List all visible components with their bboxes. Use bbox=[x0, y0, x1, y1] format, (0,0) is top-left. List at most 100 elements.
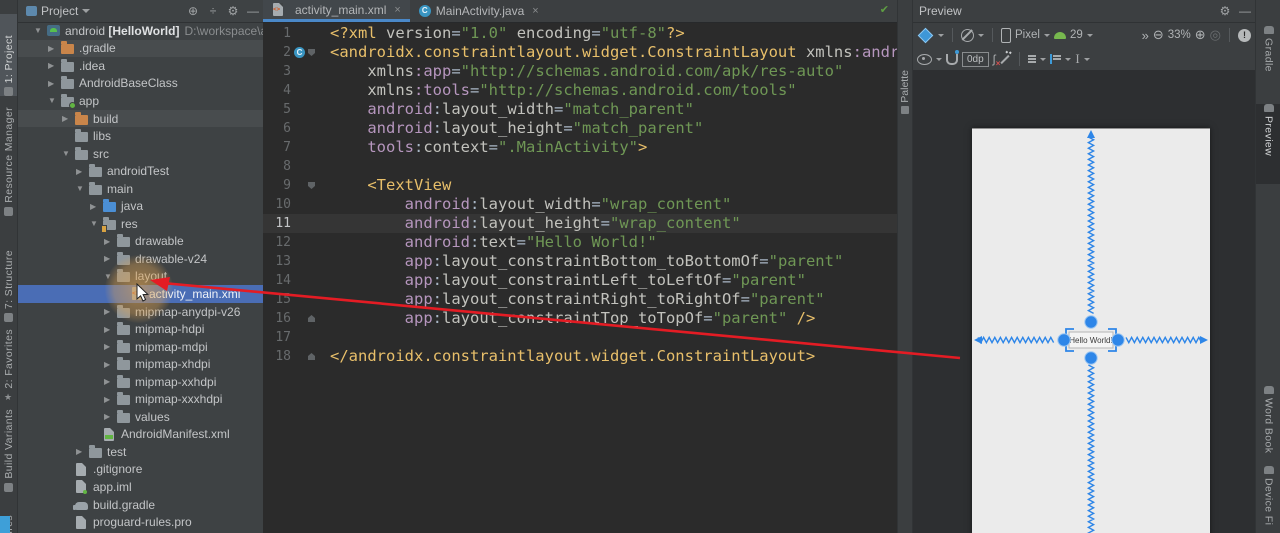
align-icon[interactable] bbox=[1050, 54, 1062, 64]
guidelines-icon[interactable]: I bbox=[1075, 51, 1079, 67]
tree-toggle-icon[interactable]: ▶ bbox=[104, 412, 117, 421]
tree-row-androidbaseclass[interactable]: ▶ AndroidBaseClass bbox=[18, 75, 263, 93]
code-line-10[interactable]: 10 android:layout_width="wrap_content" bbox=[263, 195, 897, 214]
settings-icon[interactable]: ⚙ bbox=[1215, 4, 1235, 18]
code-line-6[interactable]: 6 android:layout_height="match_parent" bbox=[263, 119, 897, 138]
clear-constraints-icon[interactable]: ʃ bbox=[993, 52, 1000, 68]
tree-toggle-icon[interactable]: ▼ bbox=[76, 184, 89, 193]
tree-toggle-icon[interactable]: ▶ bbox=[76, 447, 89, 456]
infer-constraints-icon[interactable] bbox=[1000, 54, 1010, 64]
tree-row-mipmap-hdpi[interactable]: ▶ mipmap-hdpi bbox=[18, 320, 263, 338]
tree-row--gradle[interactable]: ▶ .gradle bbox=[18, 39, 263, 58]
tool-strip-item-2-favorites[interactable]: 2: Favorites ★ bbox=[0, 324, 17, 402]
overflow-icon[interactable]: » bbox=[1142, 28, 1149, 43]
tab-mainactivity-java[interactable]: C MainActivity.java × bbox=[410, 0, 548, 22]
tree-row-libs[interactable]: libs bbox=[18, 127, 263, 145]
tool-strip-item-resource-manager[interactable]: Resource Manager bbox=[0, 104, 17, 216]
tool-strip-item-1-project[interactable]: 1: Project bbox=[0, 14, 17, 96]
locate-icon[interactable]: ⊕ bbox=[183, 4, 203, 18]
zoom-fit-icon[interactable]: ◎ bbox=[1210, 27, 1221, 43]
tree-row-mipmap-mdpi[interactable]: ▶ mipmap-mdpi bbox=[18, 338, 263, 356]
fold-marker-icon[interactable] bbox=[308, 315, 315, 322]
device-selector[interactable]: Pixel bbox=[1015, 29, 1040, 41]
close-icon[interactable]: × bbox=[532, 5, 538, 17]
tool-strip-item-device-fi[interactable]: Device Fi bbox=[1256, 466, 1280, 533]
tree-toggle-icon[interactable]: ▶ bbox=[104, 254, 117, 263]
tree-row-values[interactable]: ▶ values bbox=[18, 408, 263, 426]
tree-toggle-icon[interactable]: ▶ bbox=[90, 202, 103, 211]
tree-row-layout[interactable]: ▼ layout bbox=[18, 268, 263, 286]
project-view-selector[interactable]: Project bbox=[26, 4, 91, 18]
palette-tab[interactable]: Palette bbox=[898, 40, 912, 114]
tree-row-java[interactable]: ▶ java bbox=[18, 197, 263, 215]
errors-icon[interactable]: ! bbox=[1238, 28, 1251, 42]
tree-row-activity-main-xml[interactable]: activity_main.xml bbox=[18, 285, 263, 303]
tool-strip-item-preview[interactable]: Preview bbox=[1256, 104, 1280, 184]
tree-row-build[interactable]: ▶ build bbox=[18, 109, 263, 128]
tree-row--gitignore[interactable]: .gitignore bbox=[18, 461, 263, 479]
code-line-2[interactable]: 2 C <androidx.constraintlayout.widget.Cons… bbox=[263, 43, 897, 62]
tree-row-drawable-v24[interactable]: ▶ drawable-v24 bbox=[18, 250, 263, 268]
fold-marker-icon[interactable] bbox=[308, 353, 315, 360]
tool-strip-item-build-variants[interactable]: Build Variants bbox=[0, 400, 17, 492]
tree-row-build-gradle[interactable]: build.gradle bbox=[18, 496, 263, 514]
variants-icon[interactable] bbox=[917, 27, 934, 43]
api-level-selector[interactable]: 29 bbox=[1070, 29, 1083, 41]
code-line-1[interactable]: 1 <?xml version="1.0" encoding="utf-8"?> bbox=[263, 24, 897, 43]
code-line-13[interactable]: 13 app:layout_constraintBottom_toBottomO… bbox=[263, 252, 897, 271]
tree-row-androidtest[interactable]: ▶ androidTest bbox=[18, 162, 263, 180]
magnet-icon[interactable] bbox=[946, 49, 959, 65]
tree-toggle-icon[interactable]: ▶ bbox=[48, 61, 61, 70]
tree-row--idea[interactable]: ▶ .idea bbox=[18, 57, 263, 75]
visibility-icon[interactable] bbox=[917, 53, 932, 65]
tree-toggle-icon[interactable]: ▼ bbox=[62, 149, 75, 158]
tree-row-res[interactable]: ▼ res bbox=[18, 215, 263, 233]
tree-toggle-icon[interactable]: ▶ bbox=[104, 360, 117, 369]
tree-row-mipmap-xxxhdpi[interactable]: ▶ mipmap-xxxhdpi bbox=[18, 390, 263, 408]
code-line-15[interactable]: 15 app:layout_constraintRight_toRightOf=… bbox=[263, 290, 897, 309]
tree-toggle-icon[interactable]: ▶ bbox=[48, 44, 61, 53]
code-line-7[interactable]: 7 tools:context=".MainActivity"> bbox=[263, 138, 897, 157]
hide-icon[interactable]: — bbox=[243, 4, 263, 18]
tool-strip-item-word-book[interactable]: Word Book bbox=[1256, 386, 1280, 468]
tree-row-test[interactable]: ▶ test bbox=[18, 443, 263, 461]
code-line-16[interactable]: 16 app:layout_constraintTop_toTopOf="par… bbox=[263, 309, 897, 328]
tree-toggle-icon[interactable]: ▼ bbox=[34, 26, 47, 35]
tool-strip-item-gradle[interactable]: Gradle bbox=[1256, 26, 1280, 102]
tree-row-mipmap-xxhdpi[interactable]: ▶ mipmap-xxhdpi bbox=[18, 373, 263, 391]
code-line-12[interactable]: 12 android:text="Hello World!" bbox=[263, 233, 897, 252]
design-surface[interactable]: Hello World! bbox=[913, 70, 1255, 533]
code-editor[interactable]: 1 <?xml version="1.0" encoding="utf-8"?> 2… bbox=[263, 22, 897, 533]
code-line-9[interactable]: 9 <TextView bbox=[263, 176, 897, 195]
tree-toggle-icon[interactable]: ▼ bbox=[48, 96, 61, 105]
tree-toggle-icon[interactable]: ▼ bbox=[104, 272, 117, 281]
code-line-8[interactable]: 8 bbox=[263, 157, 897, 176]
hide-icon[interactable]: — bbox=[1235, 4, 1255, 18]
device-artboard[interactable]: Hello World! bbox=[972, 128, 1210, 533]
tree-row-proguard-rules-pro[interactable]: proguard-rules.pro bbox=[18, 513, 263, 531]
code-line-4[interactable]: 4 xmlns:tools="http://schemas.android.co… bbox=[263, 81, 897, 100]
tree-toggle-icon[interactable]: ▶ bbox=[104, 307, 117, 316]
code-line-3[interactable]: 3 xmlns:app="http://schemas.android.com/… bbox=[263, 62, 897, 81]
code-line-17[interactable]: 17 bbox=[263, 328, 897, 347]
tool-strip-item-7-structure[interactable]: 7: Structure bbox=[0, 246, 17, 322]
fold-marker-icon[interactable] bbox=[308, 182, 315, 189]
zoom-out-icon[interactable]: ⊖ bbox=[1153, 27, 1164, 43]
fold-marker-icon[interactable] bbox=[308, 49, 315, 56]
tree-toggle-icon[interactable]: ▶ bbox=[104, 377, 117, 386]
settings-icon[interactable]: ⚙ bbox=[223, 4, 243, 18]
tab-activity-main-xml[interactable]: activity_main.xml × bbox=[263, 0, 410, 22]
tree-toggle-icon[interactable]: ▶ bbox=[104, 342, 117, 351]
tree-row-mipmap-xhdpi[interactable]: ▶ mipmap-xhdpi bbox=[18, 355, 263, 373]
tree-row-android[interactable]: ▼ android [HelloWorld]D:\workspace\andro bbox=[18, 22, 263, 40]
tree-row-mipmap-anydpi-v26[interactable]: ▶ mipmap-anydpi-v26 bbox=[18, 303, 263, 321]
collapse-all-icon[interactable]: ÷ bbox=[203, 4, 223, 18]
tree-toggle-icon[interactable]: ▶ bbox=[104, 395, 117, 404]
code-line-5[interactable]: 5 android:layout_width="match_parent" bbox=[263, 100, 897, 119]
tree-row-androidmanifest-xml[interactable]: AndroidManifest.xml bbox=[18, 426, 263, 444]
tree-toggle-icon[interactable]: ▶ bbox=[48, 79, 61, 88]
tree-toggle-icon[interactable]: ▶ bbox=[104, 237, 117, 246]
close-icon[interactable]: × bbox=[394, 4, 400, 16]
tree-row-drawable[interactable]: ▶ drawable bbox=[18, 233, 263, 251]
orientation-icon[interactable] bbox=[961, 28, 974, 42]
